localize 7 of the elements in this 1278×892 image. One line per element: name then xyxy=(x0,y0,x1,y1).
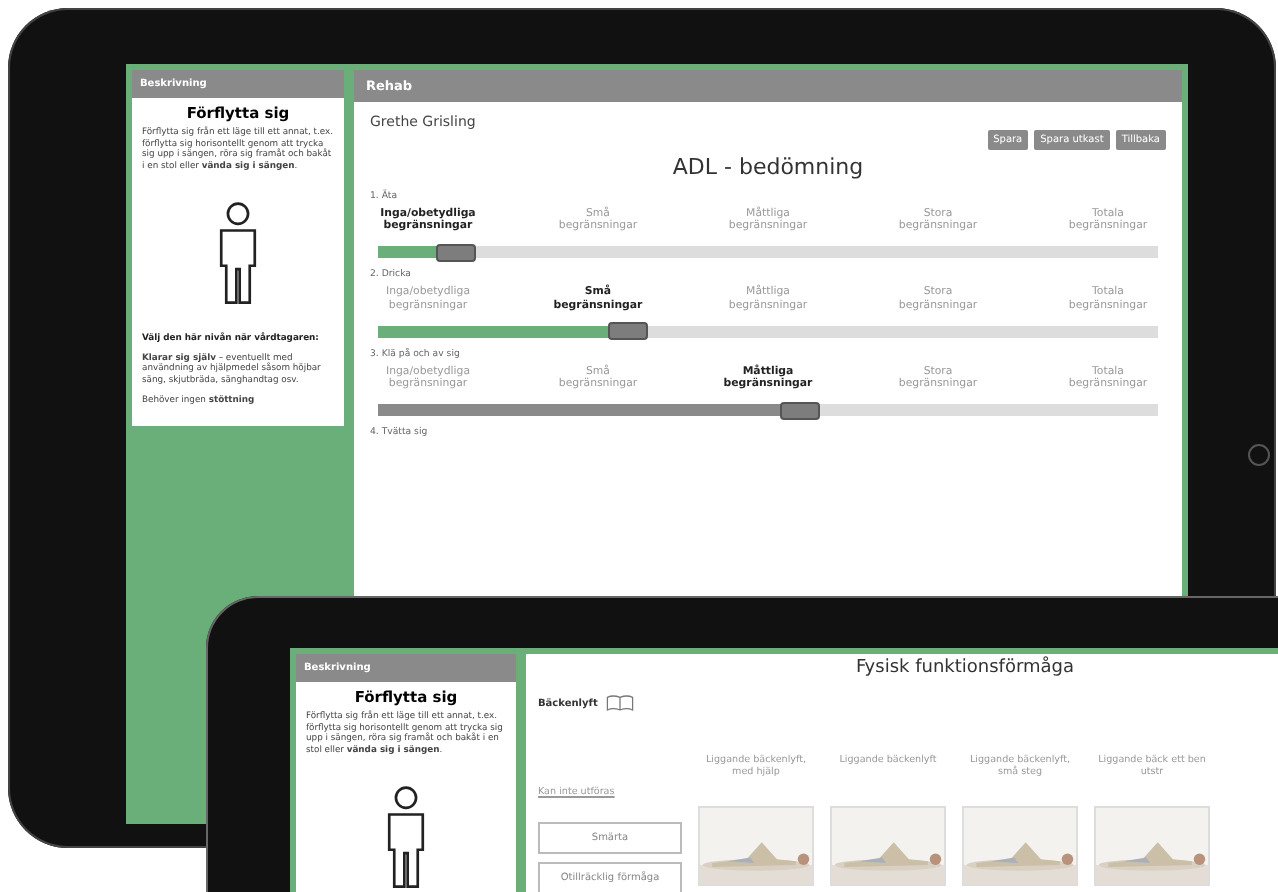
camera-icon xyxy=(1248,444,1270,466)
book-icon[interactable] xyxy=(605,694,634,712)
page-title: Fysisk funktionsförmåga xyxy=(853,658,1077,678)
level-slider[interactable] xyxy=(378,404,1158,417)
level-slider[interactable] xyxy=(378,246,1158,259)
page-title: ADL - bedömning xyxy=(670,154,866,180)
level-slider[interactable] xyxy=(378,325,1158,338)
